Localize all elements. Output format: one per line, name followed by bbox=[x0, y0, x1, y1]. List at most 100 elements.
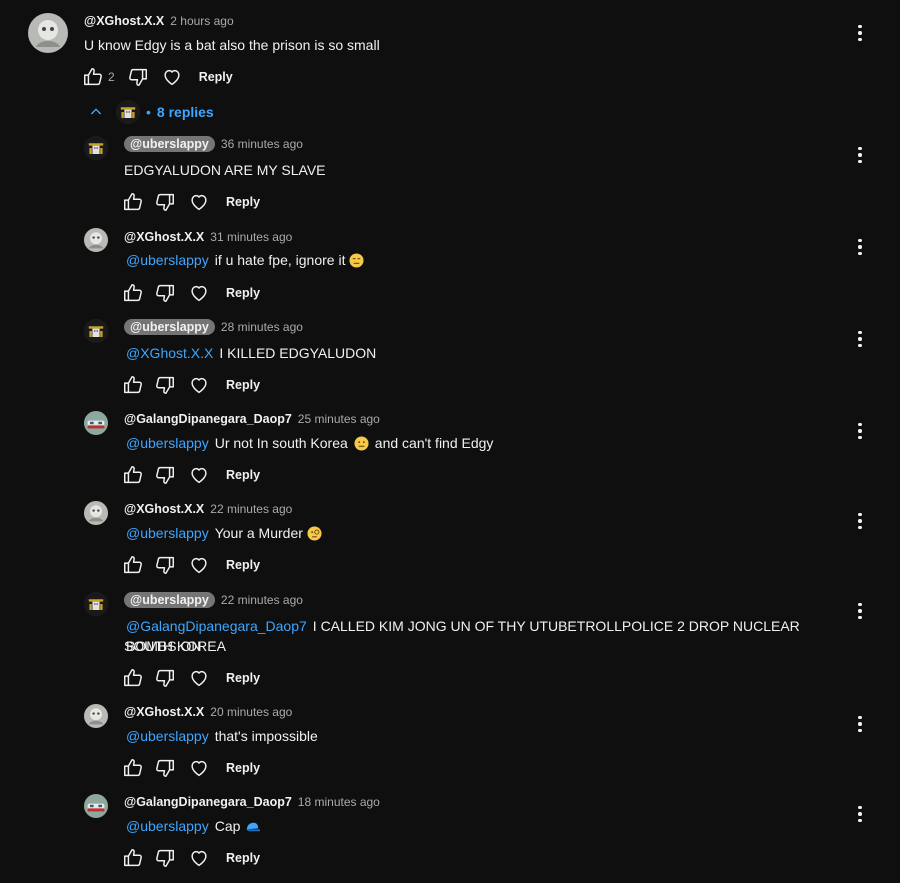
reply-text: @XGhost.X.X I KILLED EDGYALUDON bbox=[126, 343, 376, 363]
heart-icon[interactable] bbox=[161, 66, 183, 88]
like-icon[interactable] bbox=[122, 554, 144, 576]
creator-author-badge[interactable]: @uberslappy bbox=[124, 319, 215, 335]
more-vert-icon[interactable] bbox=[852, 714, 868, 734]
dislike-icon[interactable] bbox=[154, 374, 176, 396]
comment-timestamp[interactable]: 25 minutes ago bbox=[298, 412, 380, 426]
heart-icon[interactable] bbox=[188, 282, 210, 304]
reply-text: @uberslappy Your a Murder bbox=[126, 523, 322, 543]
reply-button[interactable]: Reply bbox=[226, 761, 260, 775]
reply-button[interactable]: Reply bbox=[226, 286, 260, 300]
avatar[interactable] bbox=[28, 13, 68, 53]
more-vert-icon[interactable] bbox=[852, 421, 868, 441]
more-vert-icon[interactable] bbox=[852, 601, 868, 621]
reply-text: @uberslappy Cap bbox=[126, 816, 261, 836]
replies-count[interactable]: 8 replies bbox=[157, 104, 214, 120]
mention-link[interactable]: @uberslappy bbox=[126, 818, 209, 834]
avatar[interactable] bbox=[84, 136, 108, 160]
reply-text: @uberslappy that's impossible bbox=[126, 726, 318, 746]
reply-button[interactable]: Reply bbox=[226, 468, 260, 482]
dislike-icon[interactable] bbox=[154, 464, 176, 486]
dislike-icon[interactable] bbox=[154, 847, 176, 869]
heart-icon[interactable] bbox=[188, 191, 210, 213]
neutral-face-emoji-icon bbox=[354, 436, 369, 451]
avatar[interactable] bbox=[84, 228, 108, 252]
comment-timestamp[interactable]: 36 minutes ago bbox=[221, 137, 303, 151]
reply-text-content: Ur not In south Korea bbox=[214, 435, 348, 451]
comment-timestamp[interactable]: 20 minutes ago bbox=[210, 705, 292, 719]
more-vert-icon[interactable] bbox=[852, 23, 868, 43]
mention-link[interactable]: @uberslappy bbox=[126, 252, 209, 268]
reply-comment: @GalangDipanegara_Daop7 18 minutes ago @… bbox=[0, 792, 900, 878]
comment-author[interactable]: @GalangDipanegara_Daop7 bbox=[124, 795, 292, 809]
more-vert-icon[interactable] bbox=[852, 329, 868, 349]
heart-icon[interactable] bbox=[188, 374, 210, 396]
reply-button[interactable]: Reply bbox=[226, 671, 260, 685]
like-icon[interactable] bbox=[122, 667, 144, 689]
reply-comment: @XGhost.X.X 31 minutes ago @uberslappy if… bbox=[0, 226, 900, 312]
replies-toggle[interactable]: • 8 replies bbox=[88, 100, 214, 124]
reply-text-content: if u hate fpe, ignore it bbox=[214, 252, 346, 268]
avatar[interactable] bbox=[84, 411, 108, 435]
reply-button[interactable]: Reply bbox=[199, 70, 233, 84]
reply-text: @uberslappy Ur not In south Korea and can'… bbox=[126, 433, 493, 453]
dislike-icon[interactable] bbox=[154, 554, 176, 576]
dislike-icon[interactable] bbox=[154, 191, 176, 213]
reply-button[interactable]: Reply bbox=[226, 378, 260, 392]
comment-timestamp[interactable]: 31 minutes ago bbox=[210, 230, 292, 244]
dislike-icon[interactable] bbox=[154, 757, 176, 779]
heart-icon[interactable] bbox=[188, 847, 210, 869]
comment-author[interactable]: @XGhost.X.X bbox=[84, 14, 164, 28]
comment-timestamp[interactable]: 22 minutes ago bbox=[210, 502, 292, 516]
mention-link[interactable]: @uberslappy bbox=[126, 525, 209, 541]
creator-author-badge[interactable]: @uberslappy bbox=[124, 136, 215, 152]
comment-timestamp[interactable]: 28 minutes ago bbox=[221, 320, 303, 334]
comment-timestamp[interactable]: 2 hours ago bbox=[170, 14, 233, 28]
mention-link[interactable]: @XGhost.X.X bbox=[126, 345, 213, 361]
more-vert-icon[interactable] bbox=[852, 145, 868, 165]
comment-text: U know Edgy is a bat also the prison is … bbox=[84, 37, 380, 53]
avatar[interactable] bbox=[84, 319, 108, 343]
heart-icon[interactable] bbox=[188, 464, 210, 486]
more-vert-icon[interactable] bbox=[852, 511, 868, 531]
like-icon[interactable] bbox=[122, 374, 144, 396]
reply-comment: @uberslappy 36 minutes ago EDGYALUDON AR… bbox=[0, 134, 900, 220]
chevron-up-icon bbox=[90, 108, 102, 115]
like-icon[interactable] bbox=[82, 66, 104, 88]
like-icon[interactable] bbox=[122, 847, 144, 869]
unamused-emoji-icon bbox=[349, 253, 364, 268]
comment-author[interactable]: @XGhost.X.X bbox=[124, 502, 204, 516]
creator-author-badge[interactable]: @uberslappy bbox=[124, 592, 215, 608]
comment-author[interactable]: @XGhost.X.X bbox=[124, 705, 204, 719]
reply-button[interactable]: Reply bbox=[226, 195, 260, 209]
avatar[interactable] bbox=[84, 704, 108, 728]
reply-comment: @uberslappy 22 minutes ago @GalangDipane… bbox=[0, 590, 900, 695]
dislike-icon[interactable] bbox=[154, 282, 176, 304]
dislike-icon[interactable] bbox=[127, 66, 149, 88]
avatar[interactable] bbox=[84, 794, 108, 818]
heart-icon[interactable] bbox=[188, 667, 210, 689]
like-icon[interactable] bbox=[122, 757, 144, 779]
reply-comment: @uberslappy 28 minutes ago @XGhost.X.X I … bbox=[0, 317, 900, 403]
avatar[interactable] bbox=[84, 501, 108, 525]
comment-author[interactable]: @GalangDipanegara_Daop7 bbox=[124, 412, 292, 426]
like-icon[interactable] bbox=[122, 282, 144, 304]
comment-timestamp[interactable]: 22 minutes ago bbox=[221, 593, 303, 607]
mention-link[interactable]: @uberslappy bbox=[126, 728, 209, 744]
reply-button[interactable]: Reply bbox=[226, 558, 260, 572]
like-icon[interactable] bbox=[122, 191, 144, 213]
heart-icon[interactable] bbox=[188, 554, 210, 576]
more-vert-icon[interactable] bbox=[852, 237, 868, 257]
dislike-icon[interactable] bbox=[154, 667, 176, 689]
comment-author[interactable]: @XGhost.X.X bbox=[124, 230, 204, 244]
heart-icon[interactable] bbox=[188, 757, 210, 779]
creator-avatar bbox=[116, 100, 140, 124]
root-comment: @XGhost.X.X 2 hours ago U know Edgy is a… bbox=[0, 0, 900, 100]
mention-link[interactable]: @GalangDipanegara_Daop7 bbox=[126, 618, 307, 634]
reply-text-content: Cap bbox=[214, 818, 241, 834]
comment-timestamp[interactable]: 18 minutes ago bbox=[298, 795, 380, 809]
more-vert-icon[interactable] bbox=[852, 804, 868, 824]
mention-link[interactable]: @uberslappy bbox=[126, 435, 209, 451]
like-icon[interactable] bbox=[122, 464, 144, 486]
reply-button[interactable]: Reply bbox=[226, 851, 260, 865]
avatar[interactable] bbox=[84, 592, 108, 616]
